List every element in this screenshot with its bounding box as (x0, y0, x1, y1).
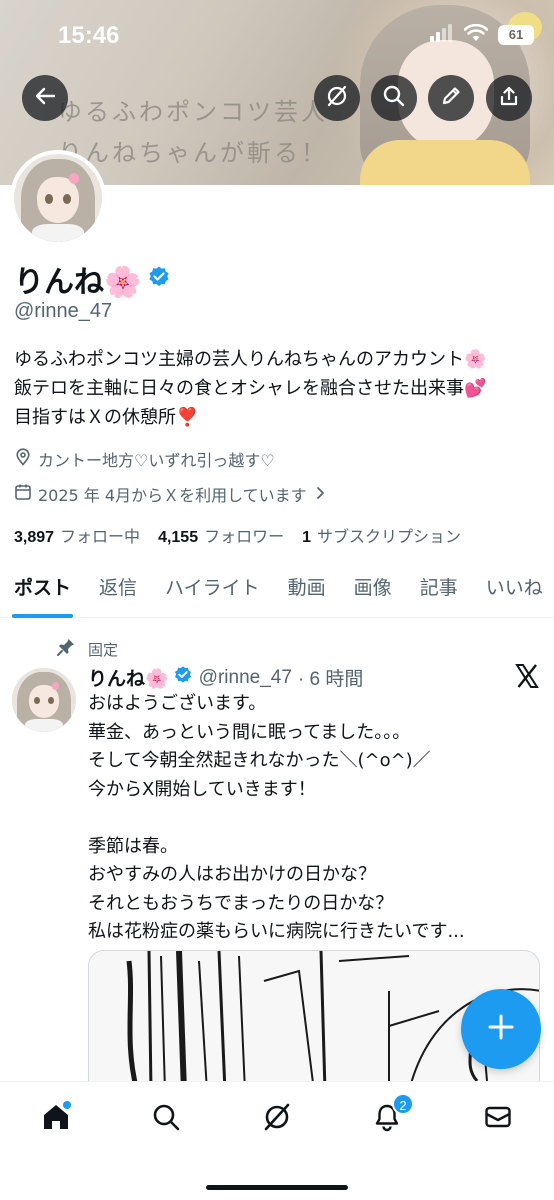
grok-icon (325, 84, 349, 112)
back-arrow-icon (34, 85, 56, 111)
tab-likes[interactable]: いいね (472, 560, 554, 618)
verified-badge-icon (173, 665, 193, 690)
calendar-icon (14, 483, 32, 505)
profile-location: カントー地方♡いずれ引っ越す♡ (14, 447, 275, 471)
compose-icon (486, 1012, 516, 1046)
tweet-time: · 6 時間 (297, 669, 364, 690)
profile-handle: @rinne_47 (14, 300, 113, 322)
banner-text-line1: ゆるふわポンコツ芸人 (58, 98, 328, 126)
nav-home[interactable] (28, 1096, 84, 1142)
tab-highlights[interactable]: ハイライト (151, 560, 274, 618)
join-date-text: 2025 年 4月からＸを利用しています (38, 486, 307, 505)
subscriptions-link[interactable]: 1 サブスクリプション (302, 523, 461, 547)
tab-videos[interactable]: 動画 (274, 560, 340, 618)
pinned-indicator: 固定 (56, 637, 118, 661)
home-indicator (206, 1185, 348, 1190)
search-button[interactable] (371, 75, 417, 121)
status-icons: 61 (430, 23, 534, 46)
share-button[interactable] (486, 75, 532, 121)
bio-line: 目指すはＸの休憩所❣️ (14, 407, 199, 428)
tweet-author-avatar[interactable] (12, 668, 76, 732)
tab-images[interactable]: 画像 (340, 560, 406, 618)
grok-icon (262, 1102, 292, 1136)
pinned-label: 固定 (88, 640, 119, 659)
profile-name-row: りんね🌸 (14, 257, 171, 301)
search-icon (382, 84, 406, 112)
tab-replies[interactable]: 返信 (85, 560, 151, 618)
cellular-icon (430, 24, 454, 46)
tweet-text[interactable]: おはようございます。 華金、あっという間に眠ってました。。。 そして今朝全然起き… (88, 690, 528, 947)
back-button[interactable] (22, 75, 68, 121)
battery-icon: 61 (498, 25, 534, 45)
location-text: カントー地方♡いずれ引っ越す♡ (38, 451, 275, 470)
bio-line: 飯テロを主軸に日々の食とオシャレを融合させた出来事💕 (14, 378, 487, 399)
tab-articles[interactable]: 記事 (406, 560, 472, 618)
banner-text-line2: りんねちゃんが斬る！ (58, 139, 328, 167)
notifications-badge: 2 (392, 1093, 414, 1115)
profile-join-date: 2025 年 4月からＸを利用しています (14, 482, 327, 506)
tweet-author-handle[interactable]: @rinne_47 (199, 667, 292, 689)
profile-tabs: ポスト 返信 ハイライト 動画 画像 記事 いいね (0, 560, 554, 618)
edit-icon (440, 85, 462, 111)
bio-line: ゆるふわポンコツ主婦の芸人りんねちゃんのアカウント🌸 (14, 349, 487, 370)
nav-messages[interactable] (470, 1096, 526, 1142)
avatar (14, 154, 102, 242)
home-new-dot (62, 1100, 72, 1110)
search-icon (151, 1102, 181, 1136)
chevron-right-icon[interactable] (313, 485, 327, 504)
bottom-nav: 2 (0, 1081, 554, 1200)
pin-icon (56, 637, 76, 661)
wifi-icon (463, 23, 489, 46)
compose-button[interactable] (461, 989, 541, 1069)
nav-grok[interactable] (249, 1096, 305, 1142)
profile-avatar[interactable] (10, 150, 106, 246)
display-name: りんね🌸 (14, 265, 142, 300)
followers-link[interactable]: 4,155 フォロワー (158, 523, 284, 547)
tab-posts[interactable]: ポスト (0, 560, 85, 618)
share-icon (498, 85, 520, 111)
nav-explore[interactable] (138, 1096, 194, 1142)
edit-profile-button[interactable] (428, 75, 474, 121)
mail-icon (483, 1102, 513, 1136)
following-link[interactable]: 3,897 フォロー中 (14, 523, 140, 547)
tweet-header: りんね🌸 @rinne_47 · 6 時間 (88, 664, 363, 691)
profile-bio: ゆるふわポンコツ主婦の芸人りんねちゃんのアカウント🌸 飯テロを主軸に日々の食とオ… (14, 345, 544, 432)
status-time: 15:46 (58, 22, 120, 49)
location-icon (14, 448, 32, 470)
profile-counts: 3,897 フォロー中 4,155 フォロワー 1 サブスクリプション (14, 523, 461, 547)
grok-button[interactable] (314, 75, 360, 121)
verified-badge-icon[interactable] (147, 265, 171, 293)
tweet-author-name[interactable]: りんね🌸 (88, 664, 169, 691)
nav-notifications[interactable]: 2 (359, 1093, 415, 1142)
